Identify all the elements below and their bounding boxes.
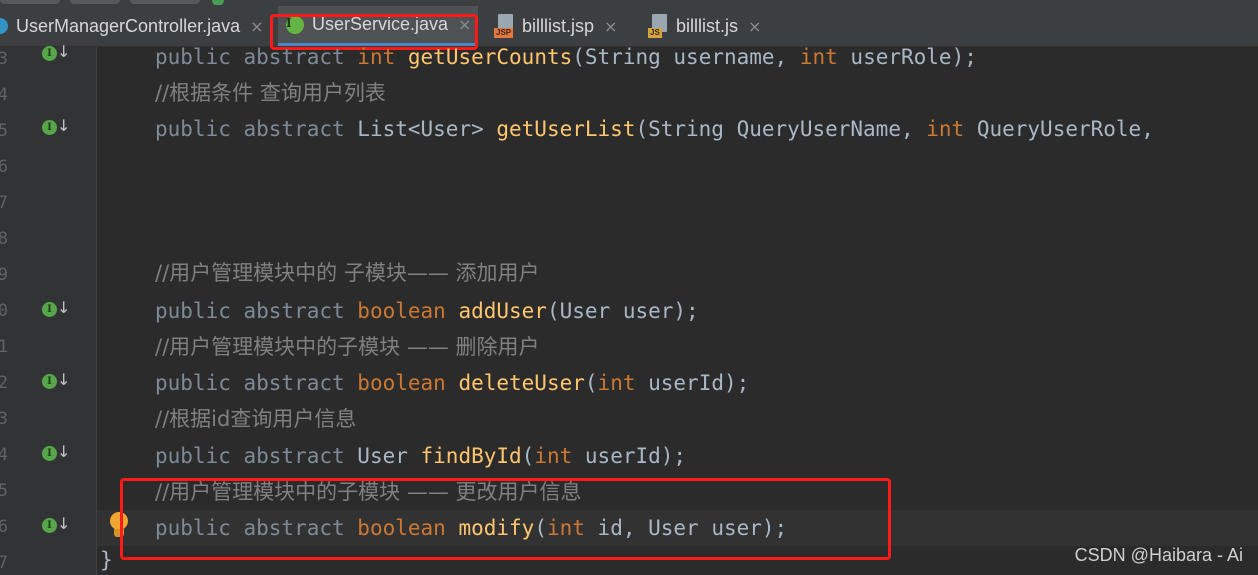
breadcrumb xyxy=(0,0,260,5)
line-number: 7 xyxy=(0,193,8,213)
js-file-icon: JS xyxy=(648,14,668,38)
line-number: 6 xyxy=(0,517,8,537)
implemented-method-icon[interactable]: I ↓ xyxy=(42,514,70,537)
line-number: 0 xyxy=(0,301,8,321)
code-line[interactable]: public abstract User findById(int userId… xyxy=(155,443,686,469)
code-comment[interactable]: //用户管理模块中的子模块 —— 删除用户 xyxy=(155,334,540,360)
code-comment[interactable]: //用户管理模块中的 子模块—— 添加用户 xyxy=(155,260,540,286)
gutter-divider xyxy=(96,47,97,575)
close-icon[interactable]: × xyxy=(604,17,617,36)
line-number: 9 xyxy=(0,265,8,285)
tab-label: billlist.js xyxy=(676,15,739,36)
implemented-method-icon[interactable]: I ↓ xyxy=(42,116,70,139)
code-line[interactable]: public abstract List<User> getUserList(S… xyxy=(155,116,1154,142)
close-icon[interactable]: × xyxy=(458,15,471,34)
line-number: 4 xyxy=(0,445,8,465)
implemented-method-icon[interactable]: I ↓ xyxy=(42,442,70,465)
line-number: 3 xyxy=(0,49,8,69)
code-line[interactable]: public abstract boolean modify(int id, U… xyxy=(155,515,787,541)
tab-label: billlist.jsp xyxy=(522,15,595,36)
watermark: CSDN @Haibara - Ai xyxy=(1074,545,1243,565)
code-comment[interactable]: //用户管理模块中的子模块 —— 更改用户信息 xyxy=(155,479,582,505)
implemented-method-icon[interactable]: I ↓ xyxy=(42,42,70,65)
jsp-file-icon: JSP xyxy=(494,14,514,38)
line-number: 4 xyxy=(0,85,8,105)
implemented-method-icon[interactable]: I ↓ xyxy=(42,298,70,321)
tab-usermanagercontroller[interactable]: UserManagerController.java × xyxy=(0,6,272,46)
close-icon[interactable]: × xyxy=(748,17,761,36)
line-number: 2 xyxy=(0,373,8,393)
code-line[interactable]: public abstract boolean addUser(User use… xyxy=(155,298,699,324)
line-number: 8 xyxy=(0,229,8,249)
editor-tab-bar: UserManagerController.java × I UserServi… xyxy=(0,0,1258,47)
interface-icon: I xyxy=(286,15,304,34)
line-number: 6 xyxy=(0,157,8,177)
tab-billlist-js[interactable]: JS billlist.js × xyxy=(640,6,778,46)
close-icon[interactable]: × xyxy=(250,17,263,36)
tab-label: UserService.java xyxy=(312,14,449,34)
implemented-method-icon[interactable]: I ↓ xyxy=(42,370,70,393)
code-comment[interactable]: //根据条件 查询用户列表 xyxy=(155,80,386,106)
code-line[interactable]: public abstract int getUserCounts(String… xyxy=(155,44,977,70)
class-icon xyxy=(0,18,8,34)
line-number: 5 xyxy=(0,121,8,141)
tab-billlist-jsp[interactable]: JSP billlist.jsp × xyxy=(486,6,634,46)
closing-brace: } xyxy=(100,548,113,572)
line-number-gutter: 3 4 5 6 7 8 9 0 1 2 3 4 5 6 7 I ↓ I ↓ I ↓ I… xyxy=(0,42,96,575)
line-number: 5 xyxy=(0,481,8,501)
line-number: 3 xyxy=(0,409,8,429)
tab-label: UserManagerController.java xyxy=(16,15,241,36)
tab-userservice[interactable]: I UserService.java × xyxy=(278,6,478,46)
line-number: 7 xyxy=(0,553,8,573)
code-comment[interactable]: //根据id查询用户信息 xyxy=(155,406,356,432)
code-line[interactable]: public abstract boolean deleteUser(int u… xyxy=(155,370,749,396)
interface-icon xyxy=(212,0,224,5)
line-number: 1 xyxy=(0,337,8,357)
lightbulb-icon[interactable] xyxy=(108,512,130,542)
